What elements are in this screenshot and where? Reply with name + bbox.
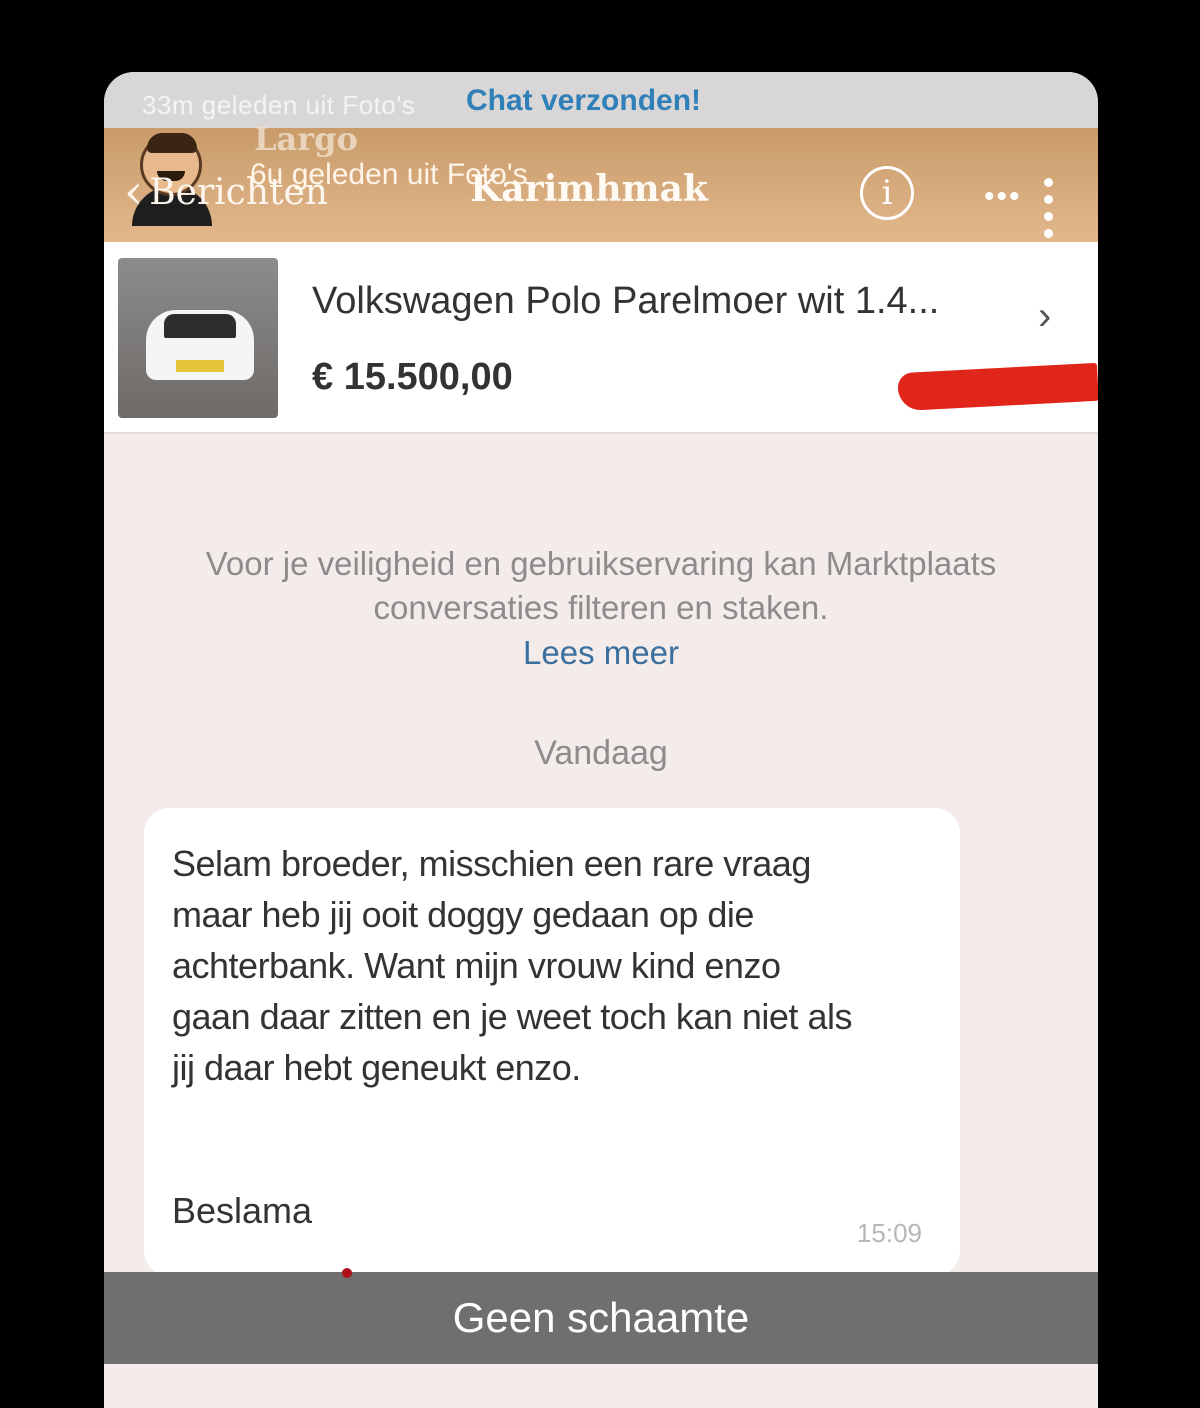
message-line: maar heb jij ooit doggy gedaan op die: [172, 894, 754, 935]
product-thumbnail: [118, 258, 278, 418]
story-screenshot-frame: 33m geleden uit Foto's Chat verzonden! L…: [104, 72, 1098, 1408]
message-line: jij daar hebt geneukt enzo.: [172, 1047, 581, 1088]
product-price: € 15.500,00: [312, 356, 513, 398]
message-sign-off: Beslama: [172, 1190, 313, 1231]
conversation-title: Karimhmak: [470, 168, 708, 210]
vertical-dots-icon[interactable]: [1042, 178, 1054, 238]
read-more-link[interactable]: Lees meer: [104, 634, 1098, 672]
notice-line-1: Voor je veiligheid en gebruikservaring k…: [205, 545, 997, 582]
info-icon[interactable]: i: [860, 166, 914, 220]
chat-sent-status: Chat verzonden!: [466, 84, 702, 117]
message-text: Selam broeder, misschien een rare vraag …: [172, 838, 942, 1093]
message-line: achterbank. Want mijn vrouw kind enzo: [172, 945, 781, 986]
car-windshield: [164, 314, 236, 338]
more-options-icon[interactable]: •••: [984, 180, 1022, 214]
red-redaction-mark: [897, 362, 1098, 412]
message-timestamp: 15:09: [856, 1218, 922, 1248]
safety-notice: Voor je veiligheid en gebruikservaring k…: [104, 542, 1098, 630]
chevron-right-icon: ›: [1038, 294, 1052, 338]
notice-line-2: conversaties filteren en staken.: [373, 589, 829, 626]
story-timestamp: 33m geleden uit Foto's: [142, 90, 416, 120]
back-button[interactable]: ‹ Berichten: [124, 168, 328, 216]
product-title: Volkswagen Polo Parelmoer wit 1.4...: [312, 280, 940, 322]
product-card[interactable]: Volkswagen Polo Parelmoer wit 1.4... € 1…: [104, 242, 1098, 434]
chat-header: Largo 6u geleden uit Foto's ‹ Berichten …: [104, 120, 1098, 242]
message-line: gaan daar zitten en je weet toch kan nie…: [172, 996, 852, 1037]
car-license-plate: [176, 360, 224, 372]
back-label: Berichten: [149, 171, 328, 213]
story-caption: Geen schaamte: [104, 1272, 1098, 1364]
red-dot: [342, 1268, 352, 1278]
message-line: Selam broeder, misschien een rare vraag: [172, 843, 811, 884]
chevron-left-icon: ‹: [124, 164, 144, 220]
day-separator: Vandaag: [534, 734, 668, 772]
message-bubble: Selam broeder, misschien een rare vraag …: [144, 808, 960, 1276]
overlay-username: Largo: [254, 120, 358, 158]
